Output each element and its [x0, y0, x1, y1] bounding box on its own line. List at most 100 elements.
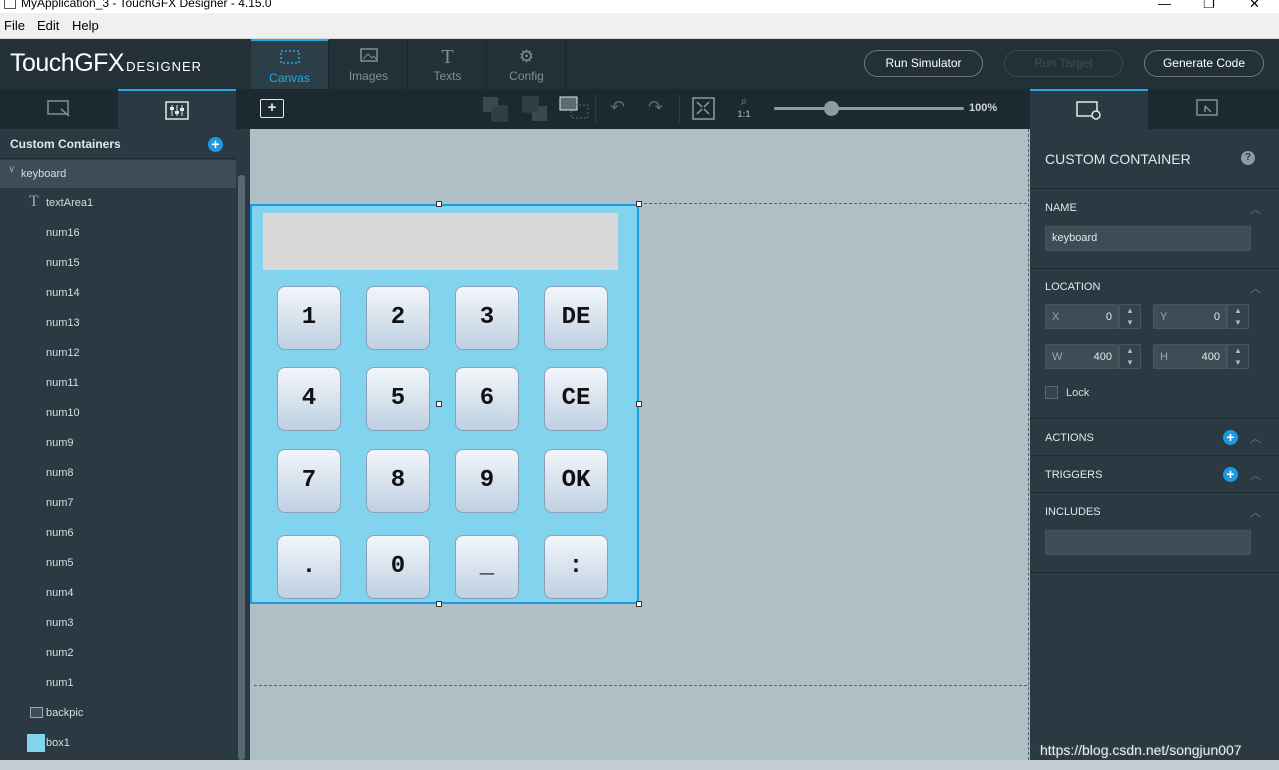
tab-properties[interactable]: [1030, 89, 1148, 129]
resize-handle-right[interactable]: [636, 401, 642, 407]
tab-interactions[interactable]: [1148, 89, 1266, 129]
tab-tree-view[interactable]: [118, 89, 236, 129]
w-field[interactable]: W 400: [1045, 344, 1119, 369]
y-stepper[interactable]: ▲ ▼: [1227, 304, 1249, 329]
redo-icon[interactable]: ↷: [648, 97, 663, 118]
includes-label: INCLUDES: [1045, 506, 1101, 518]
tree-item-num14[interactable]: num14: [0, 279, 236, 307]
close-button[interactable]: ✕: [1249, 0, 1260, 12]
run-target-button[interactable]: Run Target: [1004, 50, 1123, 77]
keypad-button-1[interactable]: 2: [366, 286, 430, 350]
h-stepper[interactable]: ▲ ▼: [1227, 344, 1249, 369]
left-panel-scrollbar[interactable]: [238, 175, 245, 760]
keypad-button-4[interactable]: 4: [277, 367, 341, 431]
generate-code-button[interactable]: Generate Code: [1144, 50, 1264, 77]
collapse-name-icon[interactable]: ︿: [1250, 201, 1261, 217]
resize-handle-bottom-right[interactable]: [636, 601, 642, 607]
tree-item-num15[interactable]: num15: [0, 249, 236, 277]
keypad-button-9[interactable]: 8: [366, 449, 430, 513]
x-field[interactable]: X0: [1045, 304, 1119, 329]
keypad-button-14[interactable]: _: [455, 535, 519, 599]
keypad-button-11[interactable]: OK: [544, 449, 608, 513]
includes-input[interactable]: [1045, 530, 1251, 555]
right-panel-tabs: [1030, 89, 1279, 129]
w-value: 400: [1093, 351, 1112, 363]
tree-item-num13[interactable]: num13: [0, 309, 236, 337]
add-trigger-icon[interactable]: +: [1223, 467, 1238, 482]
keypad-button-15[interactable]: :: [544, 535, 608, 599]
collapse-triggers-icon[interactable]: ︿: [1250, 467, 1261, 483]
keypad-button-12[interactable]: .: [277, 535, 341, 599]
tree-item-num7[interactable]: num7: [0, 489, 236, 517]
tree-item-num8[interactable]: num8: [0, 459, 236, 487]
tab-widgets[interactable]: [0, 89, 118, 129]
keyboard-display-textarea[interactable]: [263, 213, 618, 270]
touchgfx-logo: TouchGFX DESIGNER: [10, 49, 202, 78]
tree-item-num10[interactable]: num10: [0, 399, 236, 427]
collapse-actions-icon[interactable]: ︿: [1250, 430, 1261, 446]
tree-item-num16[interactable]: num16: [0, 219, 236, 247]
menu-edit[interactable]: Edit: [37, 18, 59, 33]
tab-images[interactable]: Images: [330, 39, 408, 89]
tree-item-num2[interactable]: num2: [0, 639, 236, 667]
resize-handle-bottom[interactable]: [436, 601, 442, 607]
tree-item-backpic[interactable]: backpic: [0, 699, 236, 727]
keypad-button-2[interactable]: 3: [455, 286, 519, 350]
keypad-button-10[interactable]: 9: [455, 449, 519, 513]
zoom-slider[interactable]: [774, 101, 964, 116]
expand-chevron-icon[interactable]: ∨: [8, 164, 15, 175]
y-field[interactable]: Y0: [1153, 304, 1227, 329]
zoom-slider-knob[interactable]: [824, 101, 839, 116]
collapse-includes-icon[interactable]: ︿: [1250, 504, 1261, 520]
x-stepper[interactable]: ▲ ▼: [1119, 304, 1141, 329]
add-action-icon[interactable]: +: [1223, 430, 1238, 445]
tab-texts[interactable]: T Texts: [409, 39, 487, 89]
fit-to-screen-icon[interactable]: [692, 97, 716, 121]
group-icon[interactable]: [559, 96, 591, 122]
add-container-icon[interactable]: +: [208, 137, 223, 152]
tree-item-num4[interactable]: num4: [0, 579, 236, 607]
x-value: 0: [1105, 311, 1112, 323]
keypad-button-7[interactable]: CE: [544, 367, 608, 431]
bring-forward-icon[interactable]: [482, 96, 510, 122]
interactions-icon: [1196, 99, 1218, 116]
tree-item-num6[interactable]: num6: [0, 519, 236, 547]
menu-help[interactable]: Help: [72, 18, 99, 33]
resize-handle-center[interactable]: [436, 401, 442, 407]
name-input[interactable]: keyboard: [1045, 226, 1251, 251]
tree-item-num5[interactable]: num5: [0, 549, 236, 577]
keypad-button-3[interactable]: DE: [544, 286, 608, 350]
tree-item-num12[interactable]: num12: [0, 339, 236, 367]
keypad-button-5[interactable]: 5: [366, 367, 430, 431]
menu-file[interactable]: File: [4, 18, 25, 33]
resize-handle-top-right[interactable]: [636, 201, 642, 207]
actions-section: ACTIONS + ︿: [1030, 419, 1279, 456]
keypad-button-8[interactable]: 7: [277, 449, 341, 513]
resize-handle-top[interactable]: [436, 201, 442, 207]
tree-item-num9[interactable]: num9: [0, 429, 236, 457]
tree-item-box1[interactable]: box1: [0, 729, 236, 757]
w-stepper[interactable]: ▲ ▼: [1119, 344, 1141, 369]
h-field[interactable]: H 400: [1153, 344, 1227, 369]
tree-item-num1[interactable]: num1: [0, 669, 236, 697]
help-icon[interactable]: ?: [1241, 151, 1255, 165]
add-widget-icon[interactable]: +: [260, 99, 284, 118]
run-simulator-button[interactable]: Run Simulator: [864, 50, 983, 77]
maximize-button[interactable]: ❐: [1203, 0, 1215, 12]
send-backward-icon[interactable]: [522, 96, 550, 122]
tree-item-textarea1[interactable]: TtextArea1: [0, 189, 236, 217]
tree-item-num11[interactable]: num11: [0, 369, 236, 397]
zoom-one-label: 1:1: [737, 109, 751, 119]
undo-icon[interactable]: ↶: [610, 97, 625, 118]
minimize-button[interactable]: —: [1158, 0, 1171, 11]
lock-checkbox[interactable]: [1045, 386, 1058, 399]
keypad-button-6[interactable]: 6: [455, 367, 519, 431]
keypad-button-13[interactable]: 0: [366, 535, 430, 599]
zoom-one-to-one-button[interactable]: ⌕ 1:1: [736, 95, 752, 121]
tree-item-keyboard[interactable]: ∨ keyboard: [0, 160, 236, 188]
tab-config[interactable]: ⚙ Config: [488, 39, 566, 89]
tree-item-num3[interactable]: num3: [0, 609, 236, 637]
collapse-location-icon[interactable]: ︿: [1250, 280, 1261, 296]
keypad-button-0[interactable]: 1: [277, 286, 341, 350]
tab-canvas[interactable]: Canvas: [251, 39, 329, 89]
